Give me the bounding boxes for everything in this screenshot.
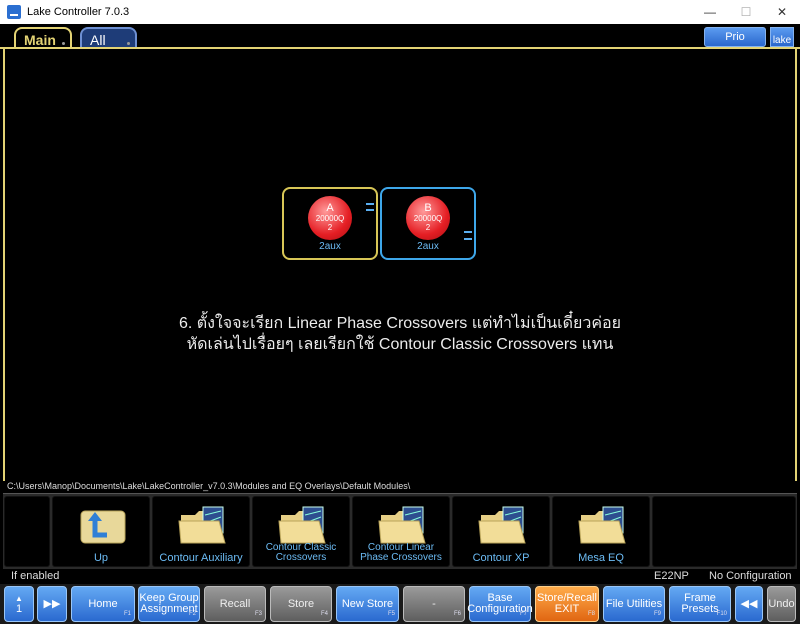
fkey-hint: F3 [254,611,262,617]
tab-dot [62,42,65,45]
fast-forward-button[interactable]: ▶▶ [37,586,67,622]
folder-icon [478,506,526,544]
module-num: 2 [327,223,333,232]
dash-label: - [432,597,436,610]
status-left: If enabled [11,570,60,582]
frame-presets-button[interactable]: Frame Presets F10 [669,586,731,622]
recall-button[interactable]: Recall F3 [204,586,266,622]
folder-slot-empty [4,496,50,567]
folder-strip: Up Contour Auxiliary Contour Classic Cro… [3,493,797,569]
rewind-icon: ◀◀ [740,597,758,610]
undo-button[interactable]: Undo [767,586,796,622]
module-workspace[interactable]: A 20000Q 2 2aux B 20000Q 2 2aux 6. ตั้งใ… [3,49,797,493]
status-bar: If enabled E22NP No Configuration [3,569,797,584]
window-controls: — ☐ ✕ [692,0,800,24]
tab-dot [127,42,130,45]
fkey-hint: F8 [587,611,595,617]
window-title: Lake Controller 7.0.3 [27,6,130,18]
annotation-line-1: 6. ตั้งใจจะเรียก Linear Phase Crossovers… [178,315,622,332]
fkey-hint: F9 [653,611,661,617]
tab-main-label: Main [24,32,56,48]
page-selector-button[interactable]: ▲ 1 [4,586,34,622]
module-b[interactable]: B 20000Q 2 2aux [380,187,476,260]
fkey-hint: F7 [519,611,527,617]
store-label: Store [287,597,315,610]
fkey-hint: F1 [123,611,131,617]
folder-label: Contour Linear Phase Crossovers [360,542,442,563]
module-letter: B [424,202,432,214]
base-configuration-button[interactable]: Base Configuration F7 [467,586,533,622]
tab-main[interactable]: Main [14,27,72,49]
output-indicator [464,238,472,240]
store-recall-exit-button[interactable]: Store/Recall EXIT F8 [535,586,599,622]
page-number: 1 [15,603,23,615]
fkey-hint: F6 [453,611,461,617]
module-b-icon: B 20000Q 2 [406,196,450,240]
up-folder-icon [80,510,126,544]
app-icon [7,5,21,19]
folder-label: Contour XP [472,552,530,564]
folder-contour-linear-phase-crossovers[interactable]: Contour Linear Phase Crossovers [352,496,450,567]
keep-group-assignment-button[interactable]: Keep Group Assignment F2 [138,586,200,622]
module-name: 2aux [417,241,439,252]
fkey-hint: F2 [188,611,196,617]
home-label: Home [88,597,118,610]
module-num: 2 [425,223,431,232]
tab-all[interactable]: All [80,27,137,49]
folder-mesa-eq[interactable]: Mesa EQ [552,496,650,567]
folder-icon [278,506,326,544]
status-config: No Configuration [709,570,792,582]
undo-label: Undo [768,597,795,610]
minimize-button[interactable]: — [692,0,728,24]
module-a-icon: A 20000Q 2 [308,196,352,240]
module-letter: A [326,202,334,214]
file-utilities-label: File Utilities [605,597,663,610]
rewind-button[interactable]: ◀◀ [735,586,763,622]
module-a[interactable]: A 20000Q 2 2aux [282,187,378,260]
title-bar: Lake Controller 7.0.3 — ☐ ✕ [0,0,800,24]
new-store-button[interactable]: New Store F5 [336,586,399,622]
output-indicator [366,209,374,211]
folder-contour-classic-crossovers[interactable]: Contour Classic Crossovers [252,496,350,567]
status-device: E22NP [654,570,689,582]
folder-icon [578,506,626,544]
prio-button[interactable]: Prio [704,27,766,47]
folder-slot-empty [652,496,796,567]
folder-up[interactable]: Up [52,496,150,567]
fkey-hint: F10 [716,611,727,617]
folder-label: Up [93,552,109,564]
lake-logo-button[interactable]: lake [770,27,794,47]
folder-contour-xp[interactable]: Contour XP [452,496,550,567]
fkey-hint: F4 [320,611,328,617]
output-indicator [366,203,374,205]
new-store-label: New Store [341,597,394,610]
maximize-button[interactable]: ☐ [728,0,764,24]
annotation-text: 6. ตั้งใจจะเรียก Linear Phase Crossovers… [5,313,795,355]
module-model: 20000Q [413,214,443,223]
home-button[interactable]: Home F1 [71,586,135,622]
annotation-line-2: หัดเล่นไปเรื่อยๆ เลยเรียกใช้ Contour Cla… [186,336,614,353]
folder-icon [378,506,426,544]
tab-all-label: All [90,32,106,48]
file-utilities-button[interactable]: File Utilities F9 [603,586,665,622]
folder-label: Mesa EQ [578,552,624,564]
folder-path: C:\Users\Manop\Documents\Lake\LakeContro… [3,481,797,493]
module-model: 20000Q [315,214,345,223]
folder-label: Contour Auxiliary [159,552,243,564]
module-name: 2aux [319,241,341,252]
store-button[interactable]: Store F4 [270,586,332,622]
folder-icon [178,506,226,544]
close-button[interactable]: ✕ [764,0,800,24]
fkey-hint: F5 [387,611,395,617]
folder-label: Contour Classic Crossovers [265,542,337,563]
recall-label: Recall [219,597,251,610]
function-key-bar: ▲ 1 ▶▶ Home F1 Keep Group Assignment F2 Re… [0,584,800,624]
folder-contour-auxiliary[interactable]: Contour Auxiliary [152,496,250,567]
fast-forward-icon: ▶▶ [43,597,61,610]
dash-button[interactable]: - F6 [403,586,465,622]
output-indicator [464,231,472,233]
